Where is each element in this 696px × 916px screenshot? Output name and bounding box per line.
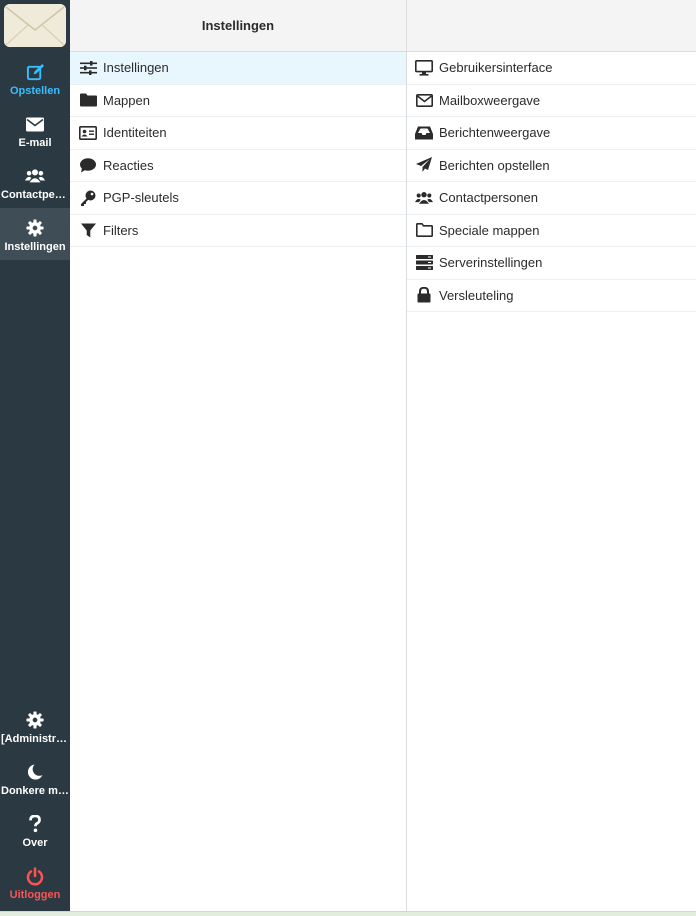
sections-header	[407, 0, 696, 52]
gear-icon	[25, 710, 45, 730]
settings-item-label: Instellingen	[103, 60, 169, 76]
section-user-interface[interactable]: Gebruikersinterface	[407, 52, 696, 85]
section-label: Berichten opstellen	[439, 157, 550, 173]
section-message-view[interactable]: Berichtenweergave	[407, 117, 696, 150]
settings-item-identities[interactable]: Identiteiten	[70, 117, 406, 150]
section-server-settings[interactable]: Serverinstellingen	[407, 247, 696, 280]
settings-header: Instellingen	[70, 0, 406, 52]
users-icon	[25, 166, 45, 186]
nav-about-label: Over	[22, 837, 48, 849]
users-icon	[415, 189, 433, 207]
settings-item-label: Mappen	[103, 92, 150, 108]
preferences-sections-panel: Gebruikersinterface Mailboxweergave Beri…	[407, 0, 696, 911]
settings-item-label: Filters	[103, 222, 139, 238]
nav-settings[interactable]: Instellingen	[0, 208, 70, 260]
settings-item-responses[interactable]: Reacties	[70, 150, 406, 182]
envelope-outline-icon	[415, 91, 433, 109]
power-icon	[25, 866, 45, 886]
id-card-icon	[79, 124, 97, 142]
settings-item-folders[interactable]: Mappen	[70, 85, 406, 117]
main-navigation: Opstellen E-mail Contactpersonen Instell…	[0, 0, 70, 911]
paper-plane-icon	[415, 156, 433, 174]
nav-dark-mode[interactable]: Donkere modus	[0, 752, 70, 804]
folder-icon	[79, 91, 97, 109]
bottom-status-strip	[0, 911, 696, 916]
app-logo[interactable]	[4, 4, 66, 47]
nav-compose[interactable]: Opstellen	[0, 52, 70, 104]
section-contacts[interactable]: Contactpersonen	[407, 182, 696, 215]
section-label: Serverinstellingen	[439, 255, 543, 271]
section-label: Contactpersonen	[439, 190, 539, 206]
comment-icon	[79, 156, 97, 174]
envelope-icon	[25, 114, 45, 134]
section-special-folders[interactable]: Speciale mappen	[407, 215, 696, 247]
page-title: Instellingen	[201, 18, 275, 33]
nav-about[interactable]: Over	[0, 804, 70, 856]
nav-compose-label: Opstellen	[9, 85, 61, 97]
nav-admin[interactable]: [Administrator]	[0, 700, 70, 752]
section-label: Mailboxweergave	[439, 92, 541, 108]
question-icon	[25, 814, 45, 834]
settings-item-label: Identiteiten	[103, 125, 167, 141]
section-label: Speciale mappen	[439, 222, 540, 238]
server-icon	[415, 254, 433, 272]
settings-item-filters[interactable]: Filters	[70, 215, 406, 247]
section-encryption[interactable]: Versleuteling	[407, 280, 696, 312]
nav-contacts[interactable]: Contactpersonen	[0, 156, 70, 208]
nav-logout-label: Uitloggen	[9, 889, 61, 901]
section-mailbox-view[interactable]: Mailboxweergave	[407, 85, 696, 117]
settings-list-panel: Instellingen Instellingen Mappen Identit…	[70, 0, 407, 911]
nav-mail[interactable]: E-mail	[0, 104, 70, 156]
nav-contacts-label: Contactpersonen	[1, 189, 69, 201]
nav-dark-mode-label: Donkere modus	[1, 785, 69, 797]
settings-item-label: PGP-sleutels	[103, 190, 179, 206]
settings-item-pgp-keys[interactable]: PGP-sleutels	[70, 182, 406, 215]
settings-item-preferences[interactable]: Instellingen	[70, 52, 406, 85]
folder-outline-icon	[415, 221, 433, 239]
moon-icon	[25, 762, 45, 782]
section-label: Berichtenweergave	[439, 125, 551, 141]
envelope-logo-icon	[4, 4, 66, 47]
gear-icon	[25, 218, 45, 238]
section-compose-messages[interactable]: Berichten opstellen	[407, 150, 696, 182]
key-icon	[79, 189, 97, 207]
section-label: Gebruikersinterface	[439, 60, 553, 76]
nav-logout[interactable]: Uitloggen	[0, 856, 70, 908]
nav-admin-label: [Administrator]	[1, 733, 69, 745]
inbox-icon	[415, 124, 433, 142]
desktop-icon	[415, 59, 433, 77]
lock-icon	[415, 286, 433, 304]
sliders-icon	[79, 59, 97, 77]
settings-item-label: Reacties	[103, 157, 154, 173]
section-label: Versleuteling	[439, 287, 514, 303]
nav-settings-label: Instellingen	[4, 241, 66, 253]
filter-icon	[79, 221, 97, 239]
compose-icon	[25, 62, 45, 82]
nav-mail-label: E-mail	[18, 137, 52, 149]
